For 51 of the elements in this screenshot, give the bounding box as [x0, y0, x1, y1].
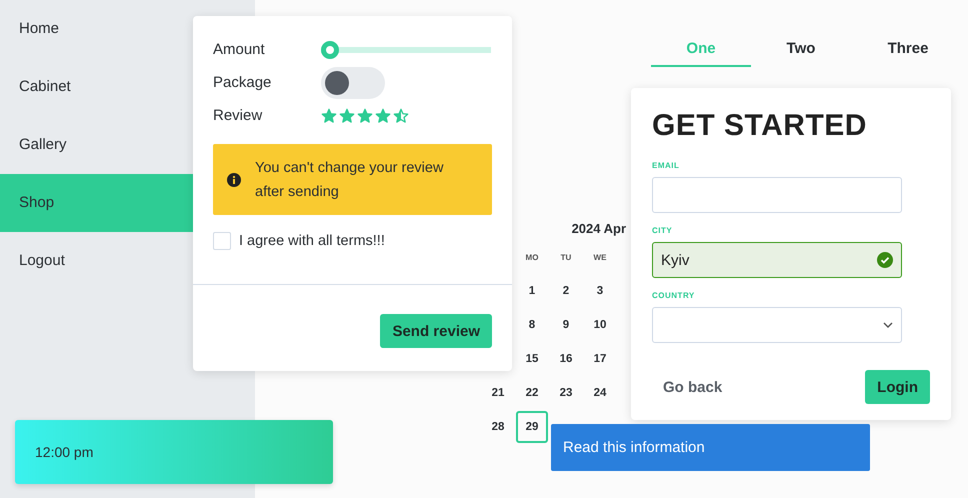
calendar-day[interactable]: 2 [550, 275, 582, 307]
calendar-day[interactable]: 23 [550, 377, 582, 409]
tab[interactable]: Three [851, 40, 965, 67]
weekday-label: MO [524, 252, 540, 264]
calendar-day[interactable]: 16 [550, 343, 582, 375]
calendar-day[interactable]: 10 [584, 309, 616, 341]
tab[interactable]: Two [751, 40, 851, 67]
calendar-day[interactable]: 29 [516, 411, 548, 443]
info-banner[interactable]: Read this information [551, 424, 870, 471]
calendar-day[interactable]: 8 [516, 309, 548, 341]
weekday-label: TU [560, 252, 572, 264]
calendar-day[interactable]: 28 [482, 411, 514, 443]
login-button[interactable]: Login [865, 370, 930, 404]
form-title: GET STARTED [652, 108, 868, 144]
checkbox-label: I agree with all terms!!! [239, 233, 385, 249]
field-label: Amount [213, 41, 266, 58]
star-rating[interactable] [321, 108, 409, 124]
select-field[interactable] [652, 307, 902, 343]
weekday-label: WE [592, 252, 608, 264]
calendar-title: 2024 Apr [570, 220, 627, 238]
input-field[interactable]: Kyiv [652, 242, 902, 278]
check-circle-icon [877, 252, 893, 268]
calendar-day[interactable]: 1 [516, 275, 548, 307]
calendar-day[interactable]: 24 [584, 377, 616, 409]
field-label: Package [213, 74, 272, 91]
sidebar-item[interactable]: Home [0, 0, 193, 58]
alert-text: You can't change your review after sending [255, 158, 444, 202]
banner-text: Read this information [562, 439, 705, 456]
calendar-day[interactable]: 21 [482, 377, 514, 409]
go-back-button[interactable]: Go back [652, 378, 734, 396]
calendar-day[interactable]: 17 [584, 343, 616, 375]
sidebar-item[interactable]: Logout [0, 232, 193, 290]
calendar-day[interactable]: 22 [516, 377, 548, 409]
input-field[interactable] [652, 177, 902, 213]
toggle-switch[interactable] [321, 66, 385, 98]
calendar-day[interactable]: 9 [550, 309, 582, 341]
sidebar-item[interactable]: Gallery [0, 116, 193, 174]
checkbox[interactable] [213, 232, 231, 250]
calendar-day[interactable]: 15 [516, 343, 548, 375]
field-label: CITY [652, 226, 674, 236]
sidebar-item[interactable]: Cabinet [0, 58, 193, 116]
field-label: Review [213, 107, 264, 124]
chevron-down-icon [883, 322, 893, 328]
sidebar-item[interactable]: Shop [0, 174, 193, 232]
field-label: EMAIL [652, 161, 680, 171]
field-label: COUNTRY [652, 291, 696, 301]
slider-thumb[interactable] [321, 40, 339, 58]
send-review-button[interactable]: Send review [380, 314, 492, 348]
time-text: 12:00 pm [34, 444, 94, 460]
info-icon [227, 172, 241, 186]
calendar-day[interactable]: 3 [584, 275, 616, 307]
